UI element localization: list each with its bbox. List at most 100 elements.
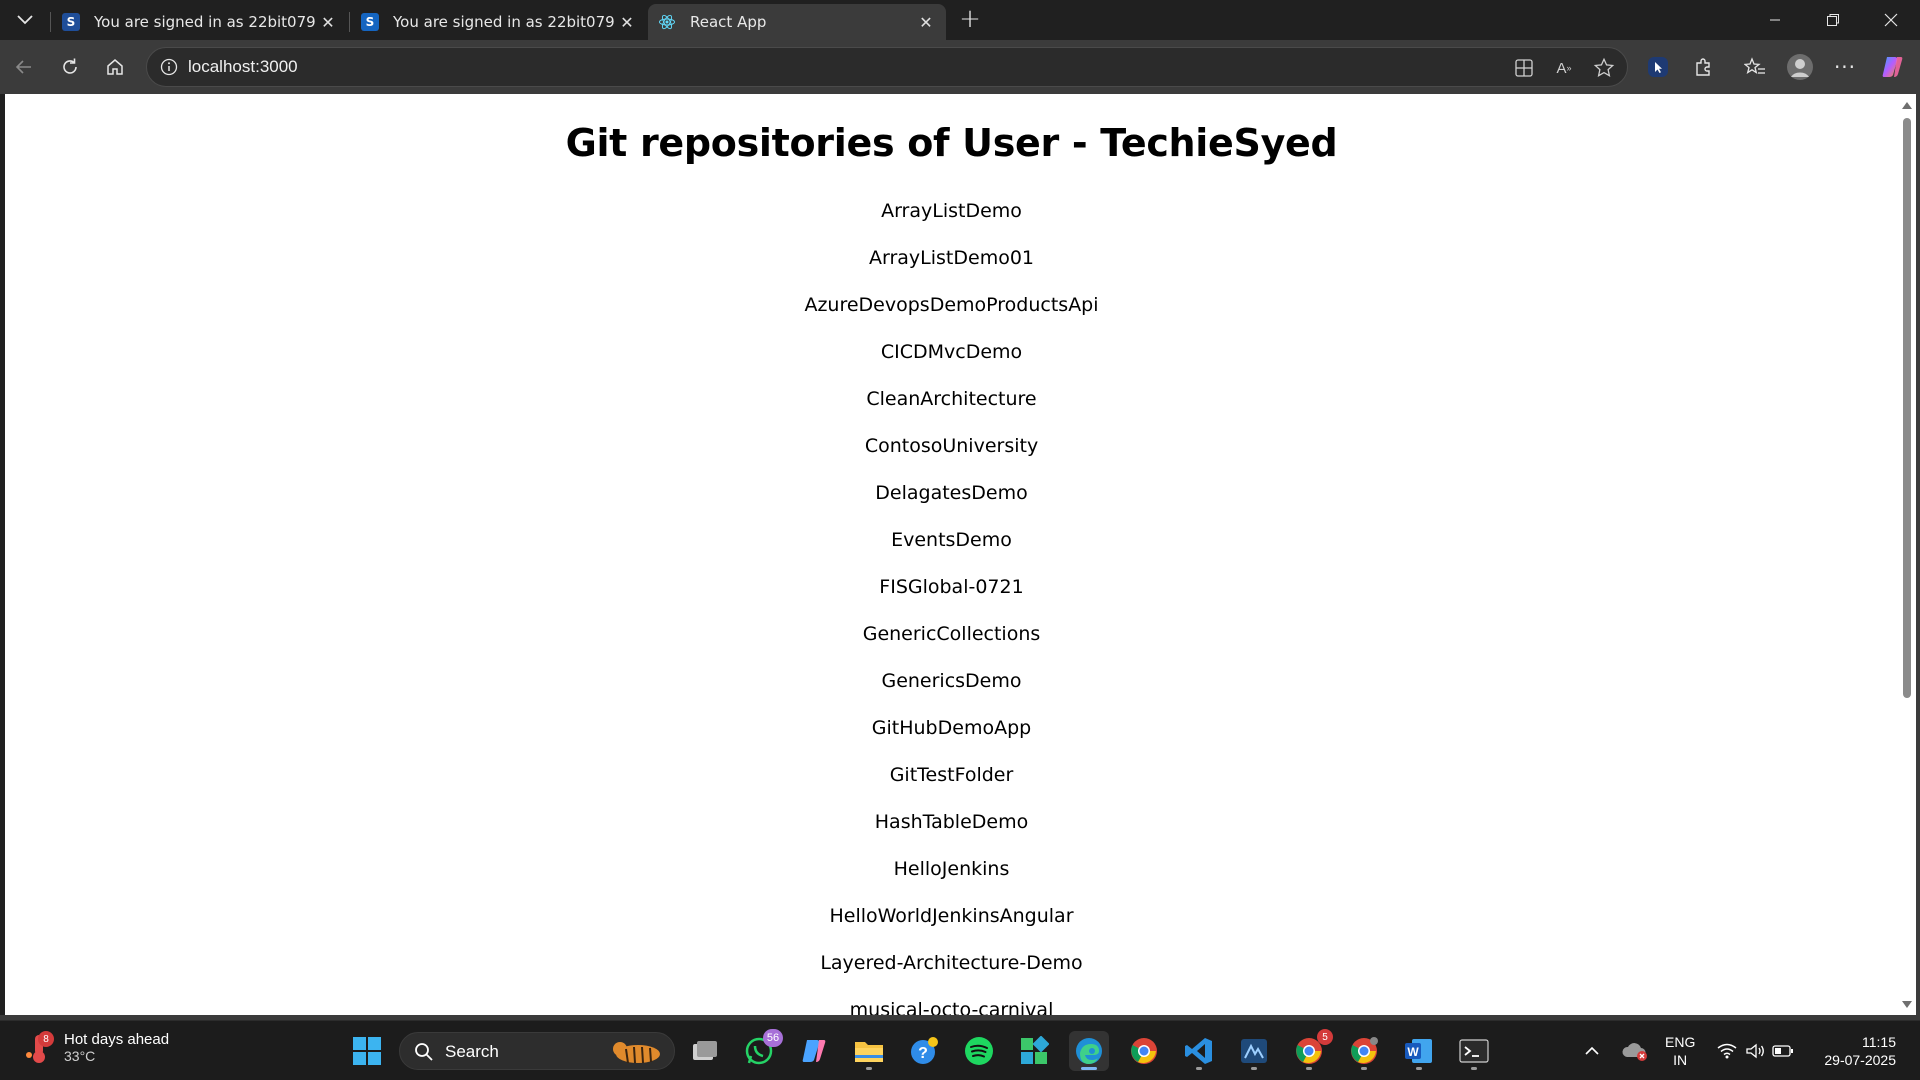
profile-avatar[interactable]	[1782, 49, 1818, 85]
extension-cursor-icon[interactable]	[1640, 49, 1676, 85]
language-code: ENG	[1665, 1034, 1696, 1050]
address-bar[interactable]: localhost:3000 A»	[146, 47, 1628, 87]
repository-item: EventsDemo	[891, 529, 1012, 551]
repository-item: GitTestFolder	[889, 764, 1014, 786]
back-arrow-icon[interactable]	[6, 49, 42, 85]
weather-temperature: 33°C	[64, 1047, 96, 1064]
database-tool-icon[interactable]	[1234, 1031, 1274, 1071]
s-app-icon: S	[62, 13, 80, 31]
battery-icon[interactable]	[1771, 1021, 1795, 1080]
wifi-icon[interactable]	[1715, 1021, 1739, 1080]
copilot-app-icon[interactable]	[794, 1031, 834, 1071]
new-tab-plus-icon[interactable]: +	[955, 4, 985, 34]
taskbar: 8 Hot days ahead 33°C Search 56 ? 5 W EN…	[0, 1020, 1920, 1080]
repository-item: musical-octo-carnival	[849, 999, 1054, 1015]
copilot-icon[interactable]	[1874, 49, 1910, 85]
tab-separator	[50, 12, 51, 32]
repository-item: ArrayListDemo01	[868, 247, 1035, 269]
page-content: Git repositories of User - TechieSyed Ar…	[5, 124, 1898, 1015]
terminal-icon[interactable]	[1454, 1031, 1494, 1071]
clock-time: 11:15	[1862, 1034, 1896, 1050]
favorite-star-icon[interactable]	[1591, 55, 1617, 81]
running-indicator	[1471, 1067, 1477, 1070]
running-indicator	[1196, 1067, 1202, 1070]
edge-browser-icon[interactable]	[1069, 1031, 1109, 1071]
get-help-icon[interactable]: ?	[904, 1031, 944, 1071]
task-view-icon[interactable]	[685, 1031, 725, 1071]
thermometer-icon: 8	[24, 1029, 54, 1065]
repository-item: GitHubDemoApp	[871, 717, 1032, 739]
minimize-icon[interactable]	[1746, 0, 1804, 40]
home-icon[interactable]	[97, 49, 133, 85]
repository-list: ArrayListDemo ArrayListDemo01 AzureDevop…	[5, 188, 1898, 1015]
react-icon	[658, 13, 676, 31]
favorites-list-icon[interactable]	[1737, 49, 1773, 85]
svg-text:W: W	[1407, 1045, 1419, 1059]
weather-widget[interactable]: 8 Hot days ahead 33°C	[24, 1029, 169, 1065]
address-url[interactable]: localhost:3000	[188, 57, 298, 77]
read-aloud-icon[interactable]: A»	[1551, 55, 1577, 81]
extensions-puzzle-icon[interactable]	[1685, 49, 1721, 85]
chrome-profile-2-icon[interactable]	[1344, 1031, 1384, 1071]
clock-date: 29-07-2025	[1824, 1052, 1896, 1068]
system-clock[interactable]: 11:15 29-07-2025	[1814, 1033, 1896, 1069]
repository-item: HelloWorldJenkinsAngular	[829, 905, 1074, 927]
file-explorer-icon[interactable]	[849, 1031, 889, 1071]
close-window-icon[interactable]	[1862, 0, 1920, 40]
active-indicator	[1081, 1067, 1097, 1070]
taskbar-search[interactable]: Search	[399, 1032, 675, 1070]
spotify-icon[interactable]	[959, 1031, 999, 1071]
refresh-icon[interactable]	[52, 49, 88, 85]
word-icon[interactable]: W	[1399, 1031, 1439, 1071]
onedrive-error-icon[interactable]	[1620, 1021, 1650, 1080]
chrome-icon[interactable]	[1124, 1031, 1164, 1071]
search-highlight-tiger-icon	[610, 1037, 666, 1071]
restore-icon[interactable]	[1804, 0, 1862, 40]
tab-react-app[interactable]: React App ✕	[648, 4, 946, 40]
input-language[interactable]: ENG IN	[1665, 1033, 1695, 1069]
close-tab-icon[interactable]: ✕	[318, 12, 338, 32]
tab-actions-chevron-icon[interactable]	[8, 6, 42, 34]
tab-strip: S You are signed in as 22bit079 ✕ S You …	[0, 0, 1920, 40]
chrome-profile-icon[interactable]: 5	[1289, 1029, 1333, 1071]
vscode-icon[interactable]	[1179, 1031, 1219, 1071]
widgets-app-icon[interactable]	[1014, 1031, 1054, 1071]
page-title: Git repositories of User - TechieSyed	[565, 121, 1338, 165]
region-code: IN	[1673, 1052, 1688, 1068]
tab-signed-in-2[interactable]: S You are signed in as 22bit079 ✕	[351, 4, 647, 40]
close-tab-icon[interactable]: ✕	[617, 12, 637, 32]
browser-toolbar: localhost:3000 A» ···	[0, 40, 1920, 94]
search-label: Search	[445, 1042, 499, 1061]
start-windows-icon[interactable]	[347, 1031, 387, 1071]
show-hidden-icons-chevron-icon[interactable]	[1580, 1021, 1604, 1080]
whatsapp-icon[interactable]: 56	[739, 1029, 783, 1071]
weather-alert-badge: 8	[38, 1031, 54, 1047]
tab-signed-in-1[interactable]: S You are signed in as 22bit079 ✕	[52, 4, 348, 40]
scroll-up-arrow-icon[interactable]	[1902, 100, 1912, 110]
tab-title: You are signed in as 22bit079	[393, 13, 615, 31]
search-icon	[414, 1042, 434, 1066]
repository-item: DelagatesDemo	[875, 482, 1028, 504]
tab-separator	[349, 12, 350, 32]
page-viewport: Git repositories of User - TechieSyed Ar…	[5, 94, 1898, 1015]
tab-title: You are signed in as 22bit079	[94, 13, 316, 31]
chrome-notification-badge: 5	[1317, 1029, 1333, 1045]
svg-text:?: ?	[918, 1045, 928, 1062]
whatsapp-badge: 56	[763, 1029, 783, 1047]
page-scrollbar[interactable]	[1898, 94, 1916, 1015]
scrollbar-thumb[interactable]	[1903, 118, 1911, 698]
site-info-icon[interactable]	[157, 55, 181, 79]
scroll-down-arrow-icon[interactable]	[1902, 1000, 1912, 1010]
close-tab-icon[interactable]: ✕	[916, 12, 936, 32]
running-indicator	[1416, 1067, 1422, 1070]
repository-item: CICDMvcDemo	[880, 341, 1023, 363]
repository-item: ArrayListDemo	[881, 200, 1022, 222]
running-indicator	[1361, 1067, 1367, 1070]
window-border	[1916, 94, 1920, 1015]
running-indicator	[866, 1067, 872, 1070]
volume-icon[interactable]	[1743, 1021, 1767, 1080]
app-available-icon[interactable]	[1511, 55, 1537, 81]
more-options-icon[interactable]: ···	[1827, 49, 1863, 85]
repository-item: AzureDevopsDemoProductsApi	[804, 294, 1099, 316]
repository-item: GenericCollections	[862, 623, 1041, 645]
